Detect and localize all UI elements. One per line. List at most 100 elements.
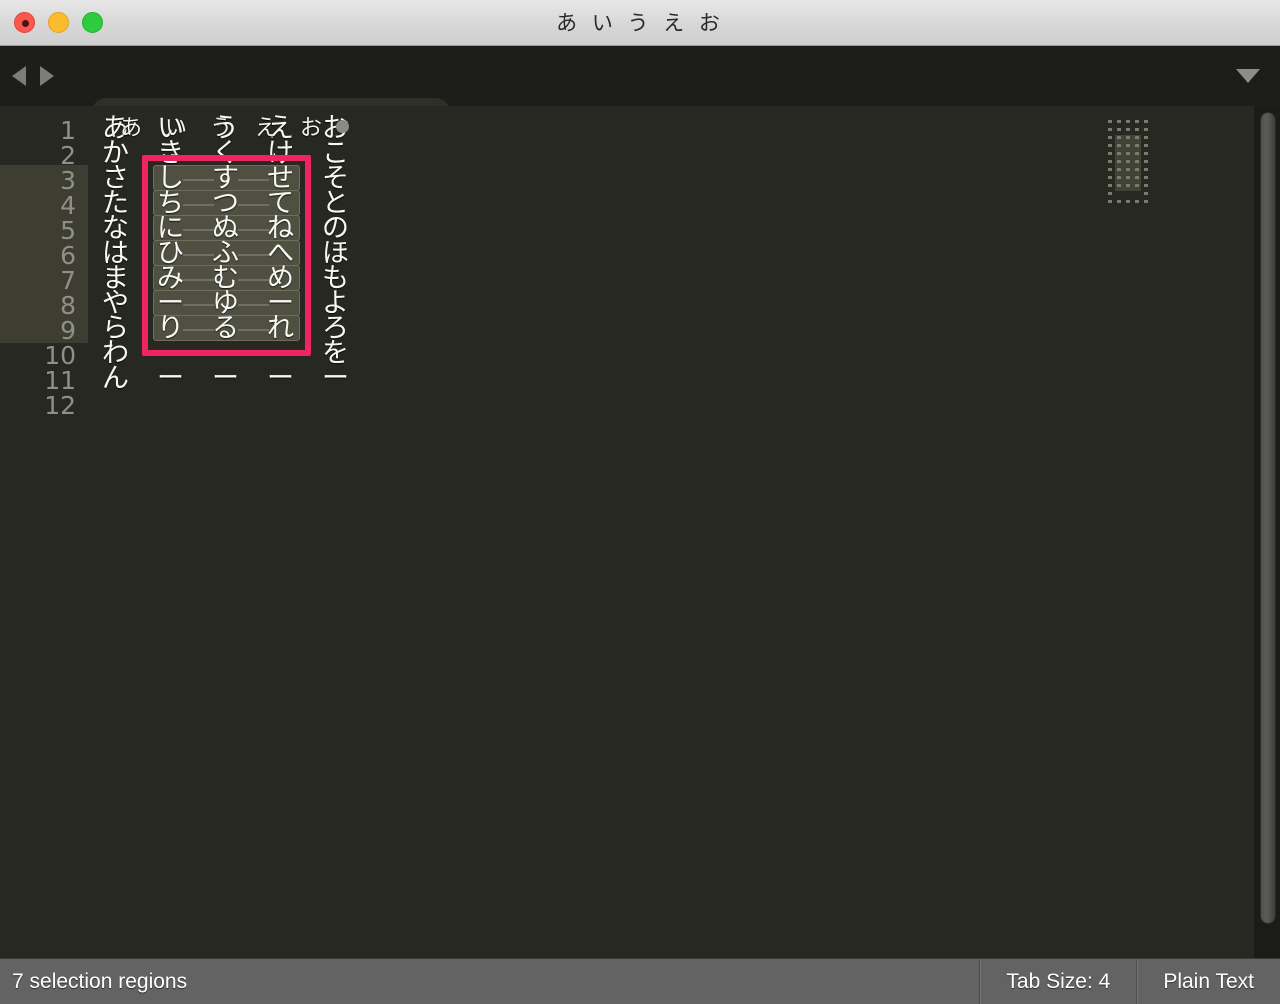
status-selection-info: 7 selection regions — [12, 969, 188, 993]
minimap-glyph — [1126, 176, 1130, 179]
minimap-glyph — [1117, 128, 1121, 131]
character-cell: ー — [267, 363, 294, 394]
minimap-glyph — [1108, 120, 1112, 123]
minimap-glyph — [1135, 144, 1139, 147]
line-number: 5 — [60, 216, 76, 245]
tab-mark — [183, 204, 214, 206]
tab-mark — [183, 279, 214, 281]
scrollbar-thumb[interactable] — [1260, 112, 1276, 924]
minimap-glyph — [1117, 152, 1121, 155]
status-syntax[interactable]: Plain Text — [1136, 958, 1280, 1004]
chevron-down-icon[interactable] — [1236, 69, 1260, 83]
minimap-glyph — [1126, 136, 1130, 139]
character-cell: ー — [212, 363, 239, 394]
minimap-glyph — [1144, 136, 1148, 139]
minimap-glyph — [1108, 160, 1112, 163]
minimap-glyph — [1135, 168, 1139, 171]
minimap-glyph — [1144, 168, 1148, 171]
line-number: 12 — [44, 391, 76, 420]
tab-mark — [183, 229, 214, 231]
minimap-glyph — [1108, 200, 1112, 203]
vertical-scrollbar[interactable] — [1254, 106, 1280, 958]
minimap-glyph — [1126, 184, 1130, 187]
minimap-glyph — [1135, 176, 1139, 179]
minimap-glyph — [1144, 200, 1148, 203]
minimap-glyph — [1126, 144, 1130, 147]
minimap-glyph — [1126, 152, 1130, 155]
character-cell: ー — [157, 363, 184, 394]
minimap-glyph — [1135, 136, 1139, 139]
minimap[interactable] — [1100, 106, 1240, 958]
line-number: 3 — [60, 166, 76, 195]
minimap-glyph — [1108, 192, 1112, 195]
minimap-glyph — [1144, 184, 1148, 187]
minimap-glyph — [1135, 128, 1139, 131]
line-number: 7 — [60, 266, 76, 295]
tab-list-menu[interactable] — [1236, 46, 1260, 106]
line-number: 1 — [60, 116, 76, 145]
minimap-glyph — [1135, 184, 1139, 187]
unsaved-dot-icon[interactable] — [335, 119, 349, 133]
minimap-glyph — [1135, 160, 1139, 163]
tab-nav-arrows — [12, 46, 54, 106]
minimap-glyph — [1117, 120, 1121, 123]
minimap-glyph — [1126, 120, 1130, 123]
minimap-glyph — [1117, 200, 1121, 203]
minimap-glyph — [1135, 200, 1139, 203]
character-cell: る — [212, 313, 239, 344]
status-tab-size[interactable]: Tab Size: 4 — [979, 958, 1136, 1004]
minimap-glyph — [1144, 152, 1148, 155]
minimap-glyph — [1144, 120, 1148, 123]
minimap-glyph — [1117, 144, 1121, 147]
line-number: 2 — [60, 141, 76, 170]
minimap-glyph — [1144, 160, 1148, 163]
character-cell: ー — [322, 363, 349, 394]
line-number-gutter: 1 2 3 4 5 6 7 8 9 10 11 12 — [0, 106, 88, 958]
minimap-glyph — [1117, 168, 1121, 171]
minimap-glyph — [1126, 200, 1130, 203]
character-cell: れ — [267, 313, 294, 344]
minimap-glyph — [1117, 176, 1121, 179]
minimap-glyph — [1144, 176, 1148, 179]
tab-mark — [183, 329, 214, 331]
line-number: 9 — [60, 316, 76, 345]
line-number: 6 — [60, 241, 76, 270]
nav-forward-icon[interactable] — [40, 66, 54, 86]
minimap-glyph — [1144, 144, 1148, 147]
nav-back-icon[interactable] — [12, 66, 26, 86]
minimap-glyph — [1126, 160, 1130, 163]
tab-mark — [238, 279, 269, 281]
tab-mark — [238, 254, 269, 256]
tab-mark — [183, 179, 214, 181]
tab-mark — [238, 229, 269, 231]
tab-mark — [238, 204, 269, 206]
code-content[interactable]: あいうえおかきくけこさしすせそたちつてとなにぬねのはひふへほまみむめもやーゆーよ… — [88, 106, 1088, 958]
minimap-glyph — [1108, 136, 1112, 139]
tab-mark — [238, 179, 269, 181]
tab-mark — [183, 254, 214, 256]
tab-bar: あ い う え お — [0, 46, 1280, 154]
minimap-glyph — [1117, 184, 1121, 187]
minimap-glyph — [1108, 168, 1112, 171]
line-number: 4 — [60, 191, 76, 220]
character-cell: ん — [102, 363, 129, 394]
line-number: 10 — [44, 341, 76, 370]
title-bar: あ い う え お — [0, 0, 1280, 46]
minimap-glyph — [1108, 128, 1112, 131]
tab-mark — [238, 304, 269, 306]
minimap-glyph — [1126, 168, 1130, 171]
minimap-glyph — [1108, 184, 1112, 187]
minimap-glyph — [1117, 136, 1121, 139]
minimap-glyph — [1108, 152, 1112, 155]
editor-area[interactable]: 123456789101112 あいうえおかきくけこさしすせそたちつてとなにぬね… — [0, 106, 1280, 958]
minimap-glyph — [1117, 160, 1121, 163]
status-bar: 7 selection regions Tab Size: 4 Plain Te… — [0, 958, 1280, 1004]
minimap-glyph — [1144, 128, 1148, 131]
minimap-glyph — [1108, 176, 1112, 179]
minimap-glyph — [1144, 192, 1148, 195]
character-cell: り — [157, 313, 184, 344]
line-number: 11 — [44, 366, 76, 395]
tab-label: あ い う え お — [120, 116, 330, 141]
minimap-glyph — [1135, 152, 1139, 155]
minimap-glyph — [1126, 128, 1130, 131]
